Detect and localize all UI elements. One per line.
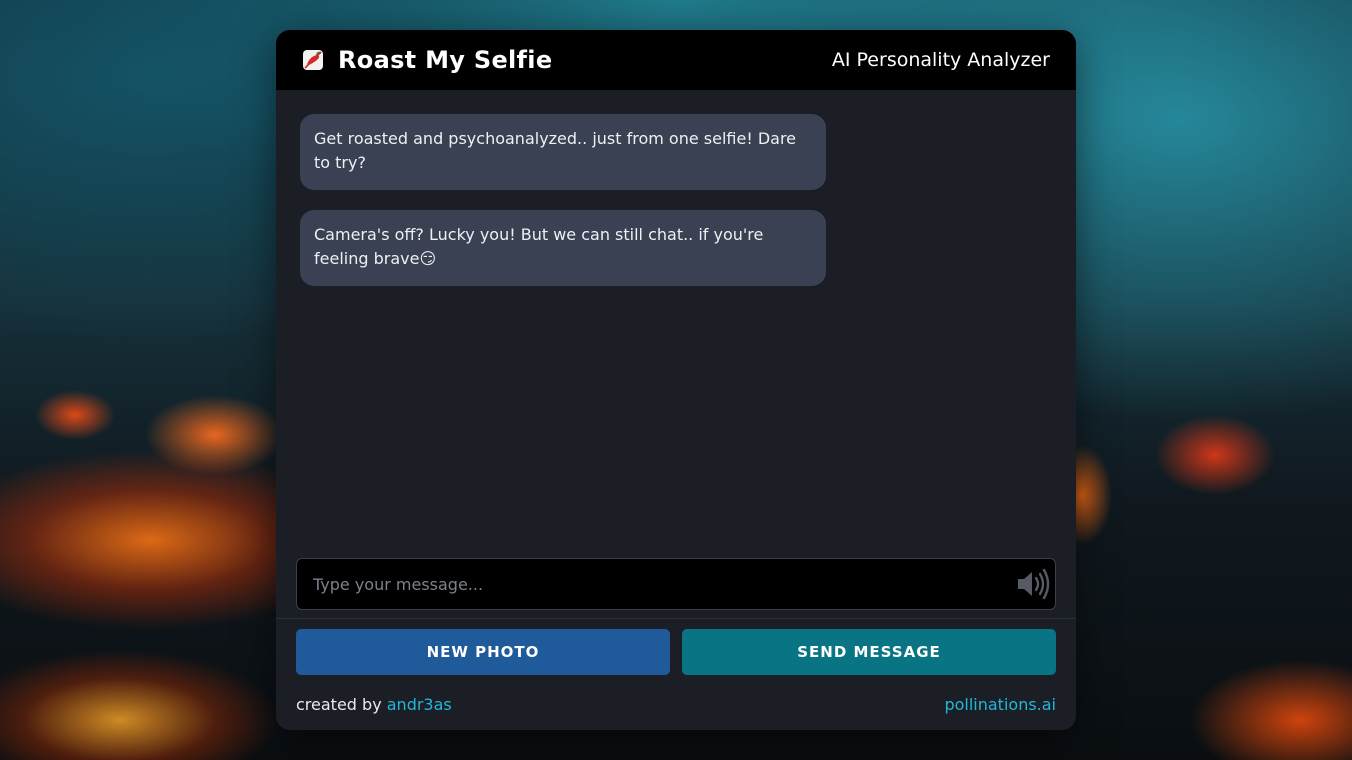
credit-text: created by andr3as [296,695,452,714]
app-footer: created by andr3as pollinations.ai [296,692,1056,716]
app-subtitle: AI Personality Analyzer [831,49,1050,71]
app-header: Roast My Selfie AI Personality Analyzer [276,30,1076,90]
chili-pepper-icon [302,49,324,71]
send-message-button[interactable]: SEND MESSAGE [682,629,1056,675]
title-group: Roast My Selfie [302,46,552,74]
app-title: Roast My Selfie [338,46,553,74]
message-input-box [296,558,1056,610]
created-by-label: created by [296,694,382,714]
chat-messages: Get roasted and psychoanalyzed.. just fr… [276,90,1076,558]
chat-app-window: Roast My Selfie AI Personality Analyzer … [276,30,1076,730]
bot-message-bubble: Get roasted and psychoanalyzed.. just fr… [300,114,826,190]
message-input[interactable] [297,559,997,609]
author-link[interactable]: andr3as [387,695,452,714]
bot-message-bubble: Camera's off? Lucky you! But we can stil… [300,210,826,286]
pollinations-link[interactable]: pollinations.ai [944,695,1056,714]
new-photo-button[interactable]: NEW PHOTO [296,629,670,675]
speaker-icon[interactable] [1015,567,1051,601]
divider [276,618,1076,619]
